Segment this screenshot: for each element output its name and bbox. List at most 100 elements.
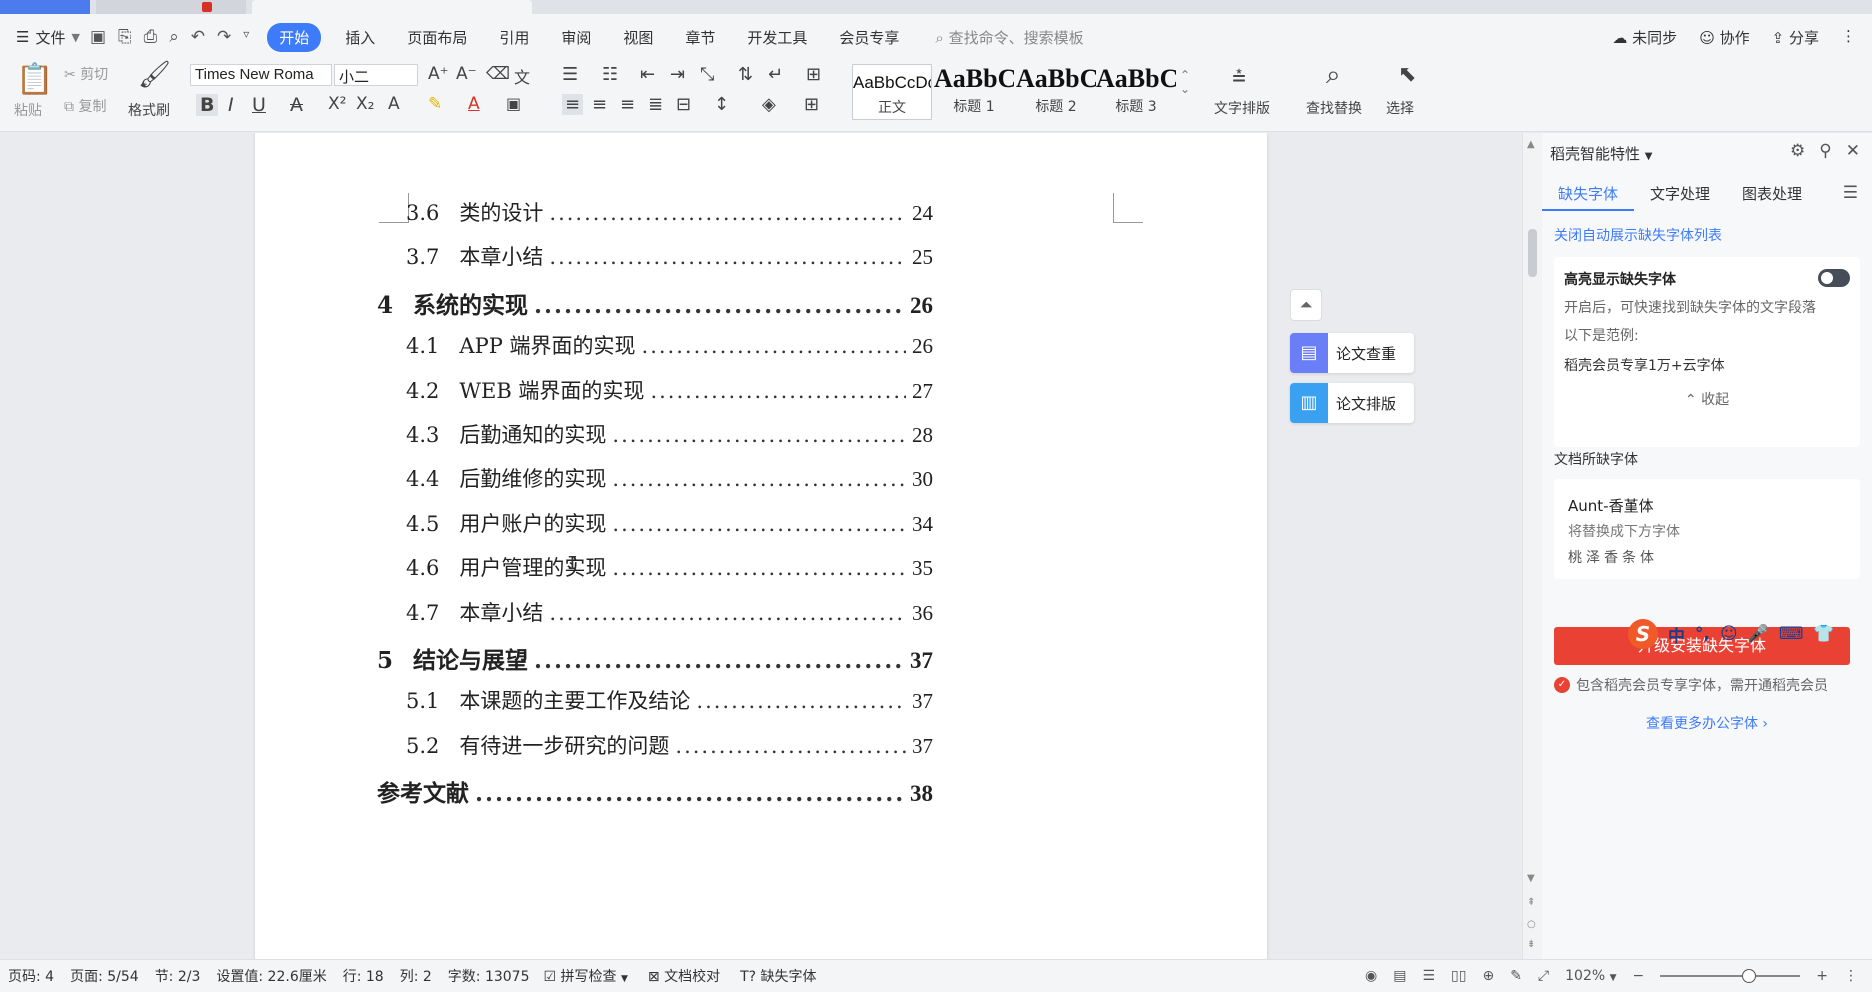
redo-icon[interactable]: ↷	[217, 27, 231, 47]
browse-object-icon[interactable]: ○	[1527, 919, 1536, 930]
tab-chapter[interactable]: 章节	[669, 27, 731, 48]
missing-font-button[interactable]: T? 缺失字体	[734, 966, 830, 986]
toc-entry[interactable]: 4.5 用户账户的实现..............................…	[406, 508, 933, 538]
style-heading-2[interactable]: AaBbC 标题 2	[1016, 64, 1096, 120]
toc-entry[interactable]: 4.3 后勤通知的实现..............................…	[406, 419, 933, 449]
text-direction-icon[interactable]: ⤡	[700, 64, 714, 85]
format-painter-icon[interactable]: 🖌	[138, 60, 171, 90]
emoji-icon[interactable]: ☺	[1720, 624, 1738, 644]
status-section[interactable]: 节: 2/3	[147, 966, 209, 986]
tab-references[interactable]: 引用	[483, 27, 545, 48]
close-auto-show-link[interactable]: 关闭自动展示缺失字体列表	[1554, 225, 1722, 245]
toc-entry[interactable]: 5.2 有待进一步研究的问题...........................…	[406, 730, 933, 760]
tab-insert[interactable]: 插入	[329, 27, 391, 48]
more-icon[interactable]: ⋮	[1841, 27, 1856, 48]
style-heading-1[interactable]: AaBbC 标题 1	[934, 64, 1014, 120]
phonetic-icon[interactable]: 文	[514, 64, 530, 88]
paste-icon[interactable]: 📋	[16, 62, 53, 97]
document-area[interactable]: 3.6 类的设计.................................…	[0, 133, 1522, 959]
font-size-select[interactable]: 小二	[334, 64, 418, 86]
tab-home[interactable]: 开始	[267, 22, 322, 52]
toc-entry[interactable]: 4.6 用户管理的实现..............................…	[406, 552, 933, 582]
status-col[interactable]: 列: 2	[392, 966, 440, 986]
borders-icon[interactable]: ⊞	[804, 94, 819, 115]
next-page-icon[interactable]: ⇟	[1527, 939, 1535, 950]
zoom-out-icon[interactable]: −	[1633, 968, 1645, 984]
status-set-value[interactable]: 设置值: 22.6厘米	[208, 966, 334, 986]
strikethrough-icon[interactable]: A	[290, 94, 303, 116]
web-view-icon[interactable]: ⊕	[1482, 968, 1494, 984]
style-normal[interactable]: AaBbCcDc 正文	[852, 64, 932, 120]
punctuation-icon[interactable]: °,	[1695, 624, 1710, 644]
tab-developer[interactable]: 开发工具	[731, 27, 823, 48]
toc-entry[interactable]: 5 结论与展望..................................…	[377, 641, 933, 675]
sogou-ime-icon[interactable]: S	[1628, 619, 1658, 649]
paste-button[interactable]: 粘贴	[14, 100, 42, 120]
tab-view[interactable]: 视图	[607, 27, 669, 48]
replacement-font[interactable]: 桃泽香条体	[1568, 547, 1658, 567]
align-right-icon[interactable]: ≡	[620, 94, 635, 115]
microphone-icon[interactable]: 🎤	[1748, 624, 1769, 644]
print-preview-icon[interactable]: ⌕	[169, 27, 179, 47]
text-effect-icon[interactable]: A	[388, 94, 400, 114]
home-tab[interactable]	[0, 0, 90, 14]
subscript-icon[interactable]: X₂	[356, 94, 374, 114]
zoom-level[interactable]: 102% ▼	[1565, 968, 1616, 984]
more-fonts-link[interactable]: 查看更多办公字体 ›	[1542, 713, 1872, 733]
select-cursor-icon[interactable]: ⬉	[1398, 62, 1416, 87]
toc-entry[interactable]: 4.1 APP 端界面的实现...........................…	[406, 330, 933, 360]
status-page-code[interactable]: 页码: 4	[0, 966, 62, 986]
paragraph-mark-icon[interactable]: ↵	[768, 64, 783, 85]
reading-view-icon[interactable]: ▯▯	[1451, 968, 1466, 984]
pin-icon[interactable]: ⚲	[1819, 141, 1831, 161]
collapse-button[interactable]: ⌃ 收起	[1554, 389, 1860, 409]
command-search[interactable]: ⌕ 查找命令、搜索模板	[915, 27, 1099, 48]
zoom-slider[interactable]	[1660, 969, 1801, 983]
underline-icon[interactable]: U	[252, 94, 266, 116]
status-row[interactable]: 行: 18	[335, 966, 392, 986]
sync-button[interactable]: ☁ 未同步	[1612, 27, 1677, 48]
export-icon[interactable]: ⎘	[118, 27, 132, 47]
print-icon[interactable]: ⎙	[144, 27, 158, 47]
highlight-toggle[interactable]	[1818, 269, 1850, 287]
customize-icon[interactable]: ▿	[243, 27, 249, 47]
sort-icon[interactable]: ⇅	[738, 64, 753, 85]
prev-page-icon[interactable]: ⇞	[1527, 897, 1535, 908]
save-icon[interactable]: ▣	[90, 27, 106, 47]
cut-button[interactable]: ✂ 剪切	[64, 64, 108, 84]
styles-scroll-icon[interactable]: ⌃ ⌄	[1180, 68, 1190, 96]
toc-entry[interactable]: 3.7 本章小结.................................…	[406, 241, 933, 271]
select-button[interactable]: 选择	[1386, 98, 1414, 118]
thesis-check-button[interactable]: ▤ 论文查重	[1290, 333, 1414, 373]
fit-page-icon[interactable]: ⤢	[1538, 968, 1549, 984]
toc-entry[interactable]: 5.1 本课题的主要工作及结论..........................…	[406, 685, 933, 715]
doc-check-button[interactable]: ⊠ 文档校对	[642, 966, 734, 986]
style-heading-3[interactable]: AaBbC 标题 3	[1096, 64, 1176, 120]
distribute-icon[interactable]: ⊟	[676, 94, 691, 115]
toc-entry[interactable]: 参考文献....................................…	[377, 774, 933, 808]
panel-header[interactable]: 稻壳智能特性 ▼	[1550, 143, 1653, 164]
clear-format-icon[interactable]: ⌫	[486, 64, 510, 84]
toc-entry[interactable]: 4.4 后勤维修的实现..............................…	[406, 463, 933, 493]
gear-icon[interactable]: ⚙	[1790, 141, 1805, 161]
bullet-list-icon[interactable]: ☰	[562, 64, 578, 85]
line-spacing-icon[interactable]: ↕	[714, 94, 729, 115]
thesis-layout-button[interactable]: ▥ 论文排版	[1290, 383, 1414, 423]
font-color-icon[interactable]: A	[468, 94, 480, 114]
zoom-in-icon[interactable]: +	[1816, 968, 1828, 984]
justify-icon[interactable]: ≣	[648, 94, 663, 115]
tab-chart-processing[interactable]: 图表处理	[1726, 175, 1818, 211]
bold-icon[interactable]: B	[196, 94, 219, 116]
tab-text-processing[interactable]: 文字处理	[1634, 175, 1726, 211]
text-layout-button[interactable]: 文字排版	[1214, 98, 1270, 118]
skin-icon[interactable]: 👕	[1813, 624, 1834, 644]
tab-missing-fonts[interactable]: 缺失字体	[1542, 175, 1635, 211]
copy-button[interactable]: ⧉ 复制	[64, 96, 106, 116]
status-page[interactable]: 页面: 5/54	[62, 966, 147, 986]
scroll-up-icon[interactable]: ▲	[1527, 139, 1535, 150]
vertical-scrollbar[interactable]: ▲ ▼ ⇞ ○ ⇟	[1522, 133, 1542, 959]
toc-entry[interactable]: 4.2 WEB 端界面的实现...........................…	[406, 375, 933, 405]
document-tab[interactable]	[252, 0, 532, 14]
shading-icon[interactable]: ◈	[762, 94, 776, 115]
scroll-down-icon[interactable]: ▼	[1527, 873, 1535, 884]
